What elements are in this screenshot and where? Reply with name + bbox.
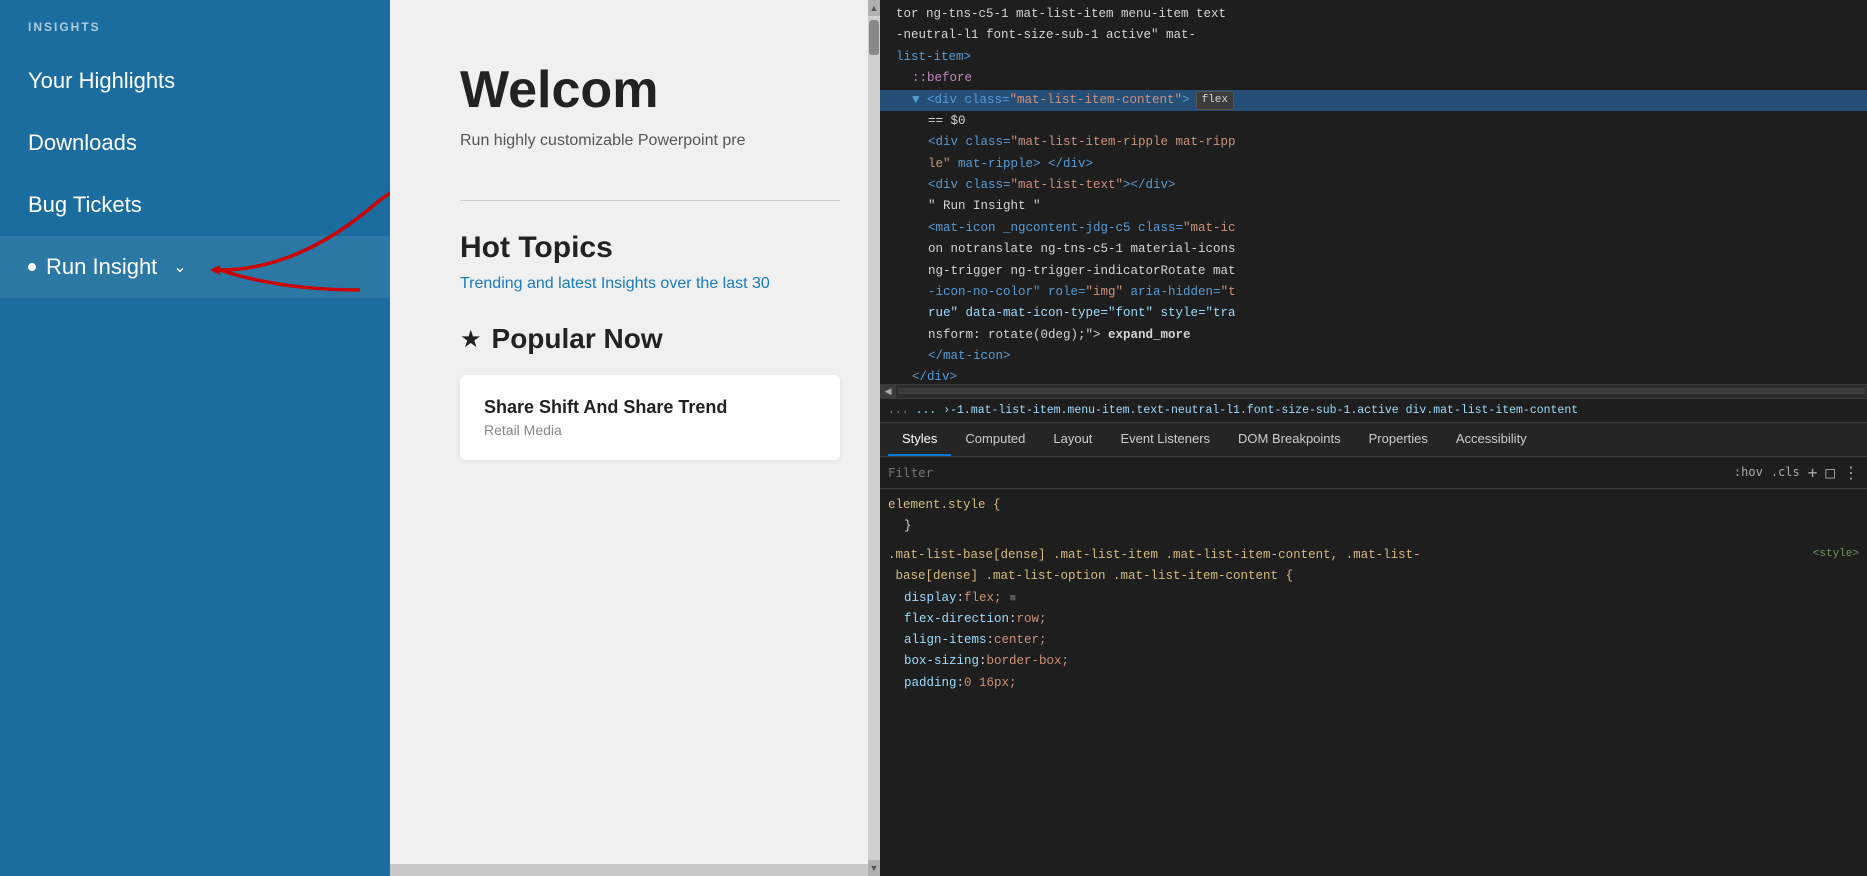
devtools-styles-content: element.style { } .mat-list-base[dense] …	[880, 489, 1867, 876]
code-line: rue" data-mat-icon-type="font" style="tr…	[880, 303, 1867, 324]
hot-topics-title: Hot Topics	[460, 231, 840, 265]
welcome-subtitle: Run highly customizable Powerpoint pre	[460, 132, 840, 150]
welcome-title: Welcom	[460, 60, 840, 120]
h-scroll-left[interactable]: ◀	[880, 384, 896, 398]
tab-properties[interactable]: Properties	[1355, 423, 1442, 456]
code-line: </mat-icon>	[880, 346, 1867, 367]
scroll-down-arrow[interactable]: ▼	[868, 860, 880, 876]
code-line: on notranslate ng-tns-c5-1 material-icon…	[880, 239, 1867, 260]
cls-toggle[interactable]: .cls	[1771, 465, 1800, 479]
tab-accessibility[interactable]: Accessibility	[1442, 423, 1541, 456]
code-line: nsform: rotate(0deg);"> expand_more	[880, 325, 1867, 346]
hot-topics-subtitle: Trending and latest Insights over the la…	[460, 275, 840, 293]
style-property: padding: 0 16px;	[904, 673, 1859, 694]
sidebar: INSIGHTS Your Highlights Downloads Bug T…	[0, 0, 390, 876]
section-divider	[460, 200, 840, 201]
star-icon: ★	[460, 325, 482, 354]
active-bullet-icon	[28, 263, 36, 271]
filter-actions: :hov .cls + □ ⋮	[1734, 463, 1859, 482]
tab-styles[interactable]: Styles	[888, 423, 951, 456]
code-line: <mat-icon _ngcontent-jdg-c5 class="mat-i…	[880, 218, 1867, 239]
devtools-filter-bar: :hov .cls + □ ⋮	[880, 457, 1867, 489]
devtools-code-area: tor ng-tns-c5-1 mat-list-item menu-item …	[880, 0, 1867, 384]
sidebar-item-highlights[interactable]: Your Highlights	[0, 50, 390, 112]
sidebar-item-label: Bug Tickets	[28, 192, 142, 218]
breadcrumb-end[interactable]: div.mat-list-item-content	[1406, 404, 1579, 417]
main-content: Welcom Run highly customizable Powerpoin…	[390, 0, 880, 876]
main-inner: Welcom Run highly customizable Powerpoin…	[390, 0, 880, 500]
breadcrumb-selector[interactable]: ... ›-1.mat-list-item.menu-item.text-neu…	[916, 404, 1399, 417]
horizontal-scrollbar[interactable]	[390, 864, 868, 876]
devtools-panel: tor ng-tns-c5-1 mat-list-item menu-item …	[880, 0, 1867, 876]
more-options[interactable]: ⋮	[1843, 463, 1859, 482]
pseudo-class-toggle[interactable]: :hov	[1734, 465, 1763, 479]
popular-now-title: Popular Now	[492, 323, 663, 355]
sidebar-item-bug-tickets[interactable]: Bug Tickets	[0, 174, 390, 236]
sidebar-item-label: Downloads	[28, 130, 137, 156]
sidebar-item-label: Run Insight	[46, 254, 157, 280]
tab-dom-breakpoints[interactable]: DOM Breakpoints	[1224, 423, 1355, 456]
style-property: flex-direction: row;	[904, 609, 1859, 630]
main-scrollbar[interactable]: ▲ ▼	[868, 0, 880, 876]
filter-input[interactable]	[888, 465, 1056, 480]
code-line: -neutral-l1 font-size-sub-1 active" mat-	[880, 25, 1867, 46]
devtools-h-scrollbar[interactable]: ◀	[880, 384, 1867, 398]
code-line: ng-trigger ng-trigger-indicatorRotate ma…	[880, 261, 1867, 282]
scroll-up-arrow[interactable]: ▲	[868, 0, 880, 16]
sidebar-item-label: Your Highlights	[28, 68, 175, 94]
card-title: Share Shift And Share Trend	[484, 397, 816, 418]
code-line: " Run Insight "	[880, 196, 1867, 217]
code-line-selected: ▼ <div class="mat-list-item-content"> fl…	[880, 90, 1867, 111]
h-scroll-track[interactable]	[898, 388, 1865, 394]
card-subtitle: Retail Media	[484, 422, 816, 438]
code-line: <div class="mat-list-item-ripple mat-rip…	[880, 132, 1867, 153]
flex-grid-icon: ■	[1010, 590, 1017, 609]
chevron-down-icon: ⌄	[173, 257, 186, 277]
code-line: list-item>	[880, 47, 1867, 68]
devtools-breadcrumb: ... ... ›-1.mat-list-item.menu-item.text…	[880, 398, 1867, 423]
style-property: align-items: center;	[904, 630, 1859, 651]
sidebar-label: INSIGHTS	[0, 20, 390, 50]
tab-event-listeners[interactable]: Event Listeners	[1106, 423, 1224, 456]
mat-list-style-rule: .mat-list-base[dense] .mat-list-item .ma…	[888, 545, 1859, 694]
element-style-rule: element.style { }	[888, 495, 1859, 538]
code-line: ::before	[880, 68, 1867, 89]
code-line: -icon-no-color" role="img" aria-hidden="…	[880, 282, 1867, 303]
add-style-rule[interactable]: +	[1808, 463, 1818, 482]
code-line: <div class="mat-list-text"></div>	[880, 175, 1867, 196]
insight-card[interactable]: Share Shift And Share Trend Retail Media	[460, 375, 840, 460]
scroll-thumb[interactable]	[869, 20, 879, 55]
code-line: tor ng-tns-c5-1 mat-list-item menu-item …	[880, 4, 1867, 25]
code-line: le" mat-ripple> </div>	[880, 154, 1867, 175]
new-style-sheet[interactable]: □	[1825, 463, 1835, 482]
tab-computed[interactable]: Computed	[951, 423, 1039, 456]
code-line: </div>	[880, 367, 1867, 383]
tab-layout[interactable]: Layout	[1039, 423, 1106, 456]
flex-badge: flex	[1196, 91, 1234, 110]
code-line: == $0	[880, 111, 1867, 132]
style-property: box-sizing: border-box;	[904, 651, 1859, 672]
popular-now-row: ★ Popular Now	[460, 323, 840, 355]
style-property: display: flex; ■	[904, 588, 1859, 609]
sidebar-item-run-insight[interactable]: Run Insight ⌄	[0, 236, 390, 298]
sidebar-item-downloads[interactable]: Downloads	[0, 112, 390, 174]
devtools-tabs: Styles Computed Layout Event Listeners D…	[880, 423, 1867, 457]
